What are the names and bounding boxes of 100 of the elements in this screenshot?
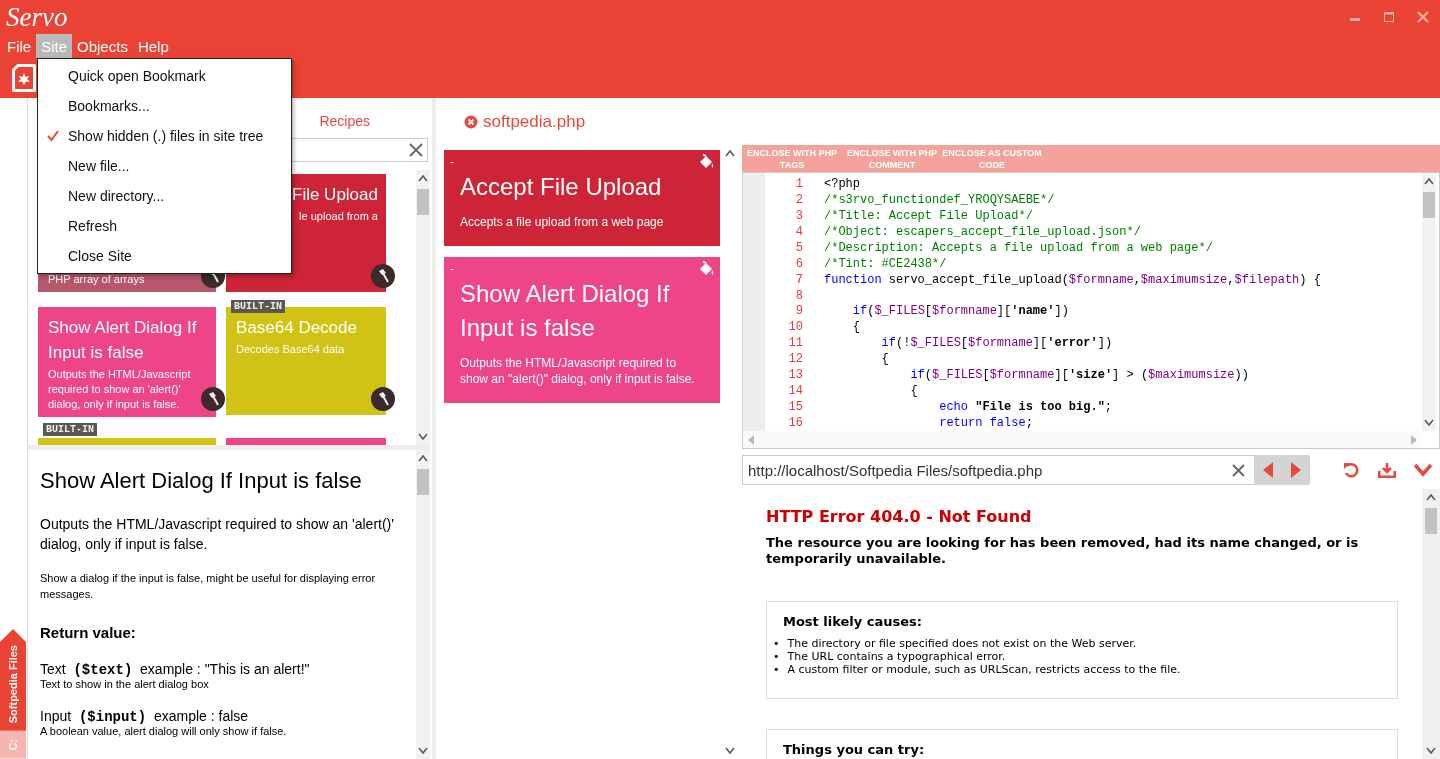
parameter-description: A boolean value, alert dialog will only show if false. [40,725,288,737]
scrollbar[interactable] [416,170,430,445]
card-description: Outputs the HTML/Javascript required to show an 'alert()' dialog, only if input is false. [48,367,192,412]
line-number: 15 [787,400,804,415]
line-number: 13 [787,368,804,383]
gavel-icon[interactable] [371,264,395,288]
code-line: if(!$_FILES[$formname]['error']) [880,336,1113,351]
parameter-line: Text ($text) example : "This is an alert!" [40,661,311,678]
scroll-up-icon[interactable] [418,454,428,462]
line-number: 5 [794,240,804,255]
scroll-up-icon[interactable] [1424,177,1434,185]
gavel-icon[interactable] [201,387,225,411]
menu-option[interactable]: Bookmarks... [38,91,291,121]
menu-option-label: Close Site [68,248,132,264]
object-title: Show Alert Dialog If Input is false [460,279,671,343]
menu-item[interactable]: File [2,34,37,58]
scroll-thumb[interactable] [1423,192,1435,218]
scrollbar[interactable] [1422,489,1440,759]
built-in-badge: BUILT-IN [231,300,285,313]
download-icon [1378,462,1396,478]
scroll-down-icon[interactable] [418,747,428,755]
scroll-down-icon[interactable] [418,433,428,441]
menu-option-label: Quick open Bookmark [68,68,206,84]
side-tab[interactable]: Softpedia Files [0,629,26,732]
right-triangle-icon [1290,462,1302,478]
menu-item[interactable]: Help [132,34,174,58]
menu-item[interactable]: Objects [72,34,133,58]
scroll-thumb[interactable] [417,469,429,495]
paint-bucket-icon[interactable] [698,261,714,277]
menu-option[interactable]: Show hidden (.) files in site tree [38,121,291,151]
code-line: echo "File is too big."; [938,400,1113,415]
recipe-title: Show Alert Dialog If Input is false [40,468,363,494]
code-line: /*s3rvo_functiondef_YROQYSAEBE*/ [824,192,1055,207]
enclose-button[interactable]: ENCLOSE AS CUSTOM CODE [942,145,1042,172]
chevron-down-icon [1414,463,1432,477]
menu-option-label: New file... [68,158,130,174]
code-line: if($_FILES[$formname]['size'] > ($maximumsize)) [909,368,1249,383]
code-editor[interactable] [742,172,1440,449]
line-number: 8 [794,288,804,303]
list-item: The directory or file specified does not exist on the Web server. [787,637,1137,650]
close-tab-icon[interactable] [464,114,478,129]
line-number: 12 [787,352,804,367]
section-heading: Return value: [40,624,137,641]
code-line: <?php [824,176,860,191]
new-file-icon[interactable] [12,64,36,92]
card-description: PHP array of arrays [48,272,146,287]
bullet: • [773,650,780,663]
line-number: 1 [794,176,804,191]
line-number: 2 [794,192,804,207]
parameter-description: Text to show in the alert dialog box [40,678,210,690]
collapse-toggle[interactable]: - [450,155,454,169]
enclose-button[interactable]: ENCLOSE WITH PHP COMMENT [842,145,942,172]
card-title: File Upload [292,184,378,206]
code-line: /*Object: escapers_accept_file_upload.json*/ [824,224,1141,239]
card-title: Base64 Decode [236,317,358,339]
recipe-card[interactable]: Show Alert Dialog If Input is false Outputs the HTML/Javascript required to show an 'alert()' dialog, only if input is false. [38,307,216,417]
clear-icon[interactable] [409,143,423,157]
object-description: Outputs the HTML/Javascript required to show an "alert()" dialog, only if input is false. [460,355,696,387]
line-number: 4 [794,224,804,239]
panel-tab[interactable]: Recipes [319,113,370,129]
recipe-summary: Outputs the HTML/Javascript required to show an 'alert()' dialog, only if input is false. [40,515,395,554]
line-number: 9 [794,304,804,319]
code-line: return false; [938,416,1033,431]
gavel-icon[interactable] [371,387,395,411]
scrollbar[interactable] [416,450,430,759]
line-number: 6 [794,256,804,271]
code-line: { [880,352,889,367]
object-description: Accepts a file upload from a web page [460,214,665,230]
box-heading: Most likely causes: [783,614,924,629]
collapse-toggle[interactable]: - [450,262,454,276]
list-item: The URL contains a typographical error. [787,650,1006,663]
enclose-button[interactable]: ENCLOSE WITH PHP TAGS [742,145,842,172]
code-line: /*Description: Accepts a file upload from a web page*/ [824,240,1213,255]
scroll-up-icon[interactable] [418,174,428,182]
line-number: 14 [787,384,804,399]
card-description: le upload from a [299,209,378,224]
menu-option-label: Show hidden (.) files in site tree [68,128,264,144]
object-card[interactable]: - Show Alert Dialog If Input is false Outputs the HTML/Javascript required to show an "alert()" dialog, only if input is false. [444,257,720,403]
code-line: function servo_accept_file_upload($formname,$maximumsize,$filepath) { [824,272,1321,287]
scroll-thumb[interactable] [1425,508,1437,534]
paint-bucket-icon[interactable] [698,154,714,170]
code-line: { [851,320,860,335]
scroll-down-icon[interactable] [1426,747,1436,755]
parameter-line: Input ($input) example : false [40,708,250,725]
scroll-down-icon[interactable] [1424,419,1434,427]
scrollbar[interactable] [1422,173,1436,431]
card-description: Decodes Base64 data [236,342,346,357]
menu-option-label: New directory... [68,188,165,204]
line-number: 7 [794,272,804,287]
menu-option[interactable]: Quick open Bookmark [38,61,291,91]
code-line: /*Title: Accept File Upload*/ [824,208,1033,223]
left-triangle-icon [1262,462,1274,478]
line-number: 11 [787,336,804,351]
scroll-up-icon[interactable] [1426,493,1436,501]
built-in-badge: BUILT-IN [43,423,97,436]
line-number: 16 [787,416,804,431]
file-tab[interactable]: softpedia.php [483,111,586,132]
object-card[interactable]: - Accept File Upload Accepts a file upload from a web page [444,150,720,246]
scroll-thumb[interactable] [417,189,429,215]
address-field[interactable]: http://localhost/Softpedia Files/softpedia.php [742,455,1257,485]
